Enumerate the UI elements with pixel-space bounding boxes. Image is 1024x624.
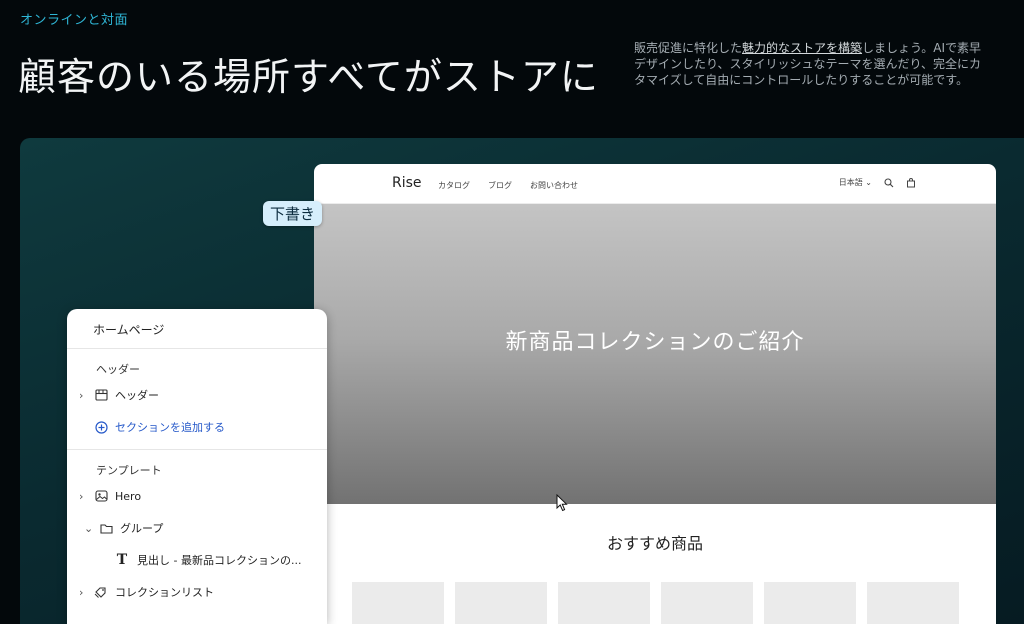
store-nav: カタログ ブログ お問い合わせ — [438, 180, 578, 191]
section-item-collection-list[interactable]: › コレクションリスト — [67, 576, 327, 608]
hero-banner[interactable]: 新商品コレクションのご紹介 — [314, 204, 996, 504]
text-icon: T — [116, 552, 128, 568]
cart-icon[interactable] — [906, 177, 916, 188]
chevron-down-icon[interactable]: ⌄ — [84, 522, 93, 535]
section-item-heading[interactable]: T 見出し - 最新品コレクションの... — [67, 544, 327, 576]
intro-line-1-pre: 販売促進に特化した — [634, 41, 743, 55]
hero-title: 新商品コレクションのご紹介 — [505, 330, 805, 355]
section-item-hero[interactable]: › Hero — [67, 480, 327, 512]
section-item-group[interactable]: ⌄ グループ — [67, 512, 327, 544]
sections-panel: ホームページ ヘッダー › ヘッダー セクションを追加する テンプレート › H… — [67, 309, 327, 624]
chevron-right-icon[interactable]: › — [79, 389, 83, 402]
chevron-right-icon[interactable]: › — [79, 586, 83, 599]
language-selector[interactable]: 日本語 ⌄ — [839, 177, 872, 188]
intro-line-1-post: しましょう。AIで素早 — [862, 41, 982, 55]
mouse-cursor-icon — [556, 494, 568, 512]
image-icon — [94, 489, 108, 503]
eyebrow-label: オンラインと対面 — [20, 13, 129, 28]
product-tile[interactable] — [661, 582, 753, 624]
featured-title: おすすめ商品 — [606, 534, 703, 553]
panel-title: ホームページ — [67, 309, 327, 349]
product-tile[interactable] — [352, 582, 444, 624]
store-preview: Rise カタログ ブログ お問い合わせ 日本語 ⌄ 新商品コレクションのご紹介… — [314, 164, 996, 624]
header-layout-icon — [94, 388, 108, 402]
add-section-button[interactable]: セクションを追加する — [67, 411, 327, 443]
section-label-header: ヘッダー — [96, 363, 140, 376]
collection-tag-icon — [94, 585, 108, 599]
product-tile[interactable] — [764, 582, 856, 624]
nav-catalog[interactable]: カタログ — [438, 180, 470, 191]
product-tile[interactable] — [558, 582, 650, 624]
intro-text: 販売促進に特化した魅力的なストアを構築しましょう。AIで素早 デザインしたり、ス… — [634, 40, 1024, 88]
search-icon[interactable] — [884, 177, 894, 188]
intro-line-2: デザインしたり、スタイリッシュなテーマを選んだり、完全にカ — [634, 57, 982, 71]
product-tile[interactable] — [867, 582, 959, 624]
section-item-hero-label: Hero — [115, 489, 142, 503]
page-headline: 顧客のいる場所すべてがストアに — [18, 55, 599, 99]
nav-contact[interactable]: お問い合わせ — [530, 180, 578, 191]
store-header-actions: 日本語 ⌄ — [839, 177, 916, 188]
store-header: Rise カタログ ブログ お問い合わせ 日本語 ⌄ — [314, 164, 996, 204]
intro-link[interactable]: 魅力的なストアを構築 — [742, 41, 862, 55]
section-item-header[interactable]: › ヘッダー — [67, 379, 327, 411]
product-grid — [352, 582, 959, 624]
language-label: 日本語 — [838, 178, 863, 187]
section-item-collection-list-label: コレクションリスト — [115, 586, 214, 599]
section-item-header-label: ヘッダー — [115, 389, 159, 402]
section-item-group-label: グループ — [120, 522, 164, 535]
add-section-label: セクションを追加する — [115, 421, 225, 434]
chevron-down-icon: ⌄ — [865, 178, 872, 187]
store-logo[interactable]: Rise — [392, 175, 422, 191]
folder-icon — [99, 521, 113, 535]
product-tile[interactable] — [455, 582, 547, 624]
nav-blog[interactable]: ブログ — [488, 180, 512, 191]
plus-circle-icon — [94, 420, 108, 434]
section-label-template: テンプレート — [96, 464, 162, 477]
intro-line-3: タマイズして自由にコントロールしたりすることが可能です。 — [634, 73, 969, 87]
intro-line-1: 販売促進に特化した魅力的なストアを構築しましょう。AIで素早 — [634, 40, 1024, 56]
section-item-heading-label: 見出し - 最新品コレクションの... — [137, 554, 302, 567]
draft-badge: 下書き — [263, 201, 323, 226]
chevron-right-icon[interactable]: › — [79, 490, 83, 503]
